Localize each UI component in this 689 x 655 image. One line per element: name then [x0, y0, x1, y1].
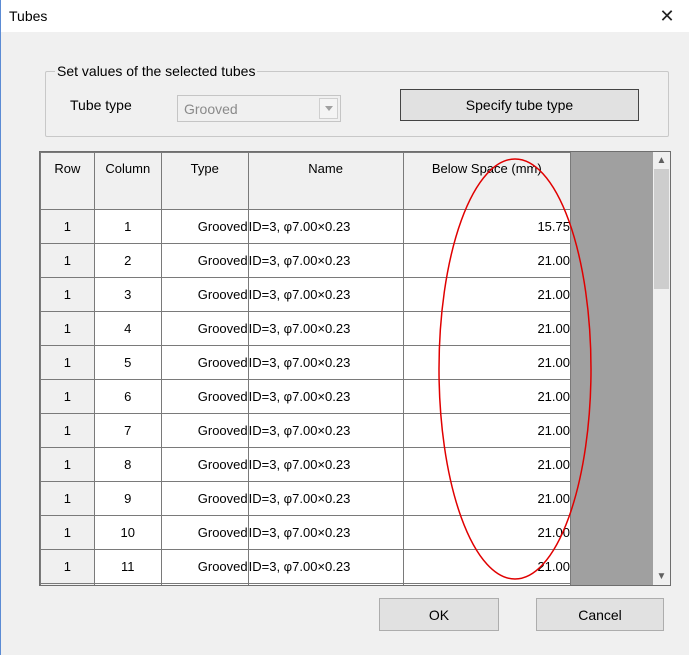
- ok-button[interactable]: OK: [379, 598, 499, 631]
- cell-below-space[interactable]: 15.75: [402, 209, 572, 244]
- title-bar: Tubes ✕: [1, 0, 689, 32]
- header-column[interactable]: Column: [93, 152, 162, 210]
- cell-row[interactable]: 1: [40, 209, 95, 244]
- cell-type[interactable]: Grooved: [160, 379, 249, 414]
- tubes-dialog: Tubes ✕ Set values of the selected tubes…: [0, 0, 689, 655]
- cell-column[interactable]: 6: [93, 379, 162, 414]
- cell-row[interactable]: 1: [40, 481, 95, 516]
- cell-row[interactable]: 1: [40, 277, 95, 312]
- cell-name[interactable]: ID=3, φ7.00×0.23: [247, 209, 404, 244]
- tube-type-value: Grooved: [184, 101, 238, 117]
- cell-name[interactable]: ID=3, φ7.00×0.23: [247, 345, 404, 380]
- cell-below-space[interactable]: 21.00: [402, 583, 572, 585]
- cell-type[interactable]: Grooved: [160, 277, 249, 312]
- table-row[interactable]: 1 11 Grooved ID=3, φ7.00×0.23 21.00: [40, 549, 572, 584]
- cell-type[interactable]: Grooved: [160, 209, 249, 244]
- cell-row[interactable]: 1: [40, 345, 95, 380]
- cell-below-space[interactable]: 21.00: [402, 277, 572, 312]
- cell-name[interactable]: ID=3, φ7.00×0.23: [247, 277, 404, 312]
- tube-type-label: Tube type: [70, 97, 132, 113]
- cell-type[interactable]: Grooved: [160, 413, 249, 448]
- cell-column[interactable]: 2: [93, 243, 162, 278]
- cell-column[interactable]: 4: [93, 311, 162, 346]
- cell-name[interactable]: ID=3, φ7.00×0.23: [247, 379, 404, 414]
- cell-type[interactable]: Grooved: [160, 549, 249, 584]
- cell-below-space[interactable]: 21.00: [402, 413, 572, 448]
- cell-name[interactable]: ID=3, φ7.00×0.23: [247, 413, 404, 448]
- table-header-row: Row Column Type Name Below Space (mm): [40, 152, 572, 210]
- tubes-table: Row Column Type Name Below Space (mm) 11…: [40, 152, 572, 585]
- specify-tube-type-button[interactable]: Specify tube type: [400, 89, 639, 121]
- cell-name[interactable]: ID=3, φ7.00×0.23: [247, 447, 404, 482]
- cell-type[interactable]: Grooved: [160, 447, 249, 482]
- cell-column[interactable]: 8: [93, 447, 162, 482]
- cell-type[interactable]: Grooved: [160, 515, 249, 550]
- table-row[interactable]: 112GroovedID=3, φ7.00×0.2321.00: [40, 583, 572, 585]
- cell-type[interactable]: Grooved: [160, 243, 249, 278]
- cell-column[interactable]: 5: [93, 345, 162, 380]
- cell-row[interactable]: 1: [40, 549, 95, 584]
- table-row[interactable]: 1 10 Grooved ID=3, φ7.00×0.23 21.00: [40, 515, 572, 550]
- table-row[interactable]: 1 3 Grooved ID=3, φ7.00×0.23 21.00: [40, 277, 572, 312]
- cell-type[interactable]: Grooved: [160, 583, 249, 585]
- cell-below-space[interactable]: 21.00: [402, 379, 572, 414]
- table-row[interactable]: 1 5 Grooved ID=3, φ7.00×0.23 21.00: [40, 345, 572, 380]
- scroll-down-icon[interactable]: ▼: [653, 568, 670, 585]
- vertical-scrollbar[interactable]: ▲ ▼: [653, 152, 670, 585]
- table-row[interactable]: 1 8 Grooved ID=3, φ7.00×0.23 21.00: [40, 447, 572, 482]
- scrollbar-thumb[interactable]: [654, 169, 669, 289]
- cell-below-space[interactable]: 21.00: [402, 345, 572, 380]
- close-icon: ✕: [659, 5, 675, 26]
- cell-row[interactable]: 1: [40, 413, 95, 448]
- close-button[interactable]: ✕: [645, 0, 689, 32]
- cell-name[interactable]: ID=3, φ7.00×0.23: [247, 243, 404, 278]
- tubes-grid: Row Column Type Name Below Space (mm) 11…: [39, 151, 671, 586]
- cell-name[interactable]: ID=3, φ7.00×0.23: [247, 515, 404, 550]
- header-name[interactable]: Name: [247, 152, 404, 210]
- header-type[interactable]: Type: [160, 152, 249, 210]
- cell-row[interactable]: 1: [40, 379, 95, 414]
- header-row[interactable]: Row: [40, 152, 95, 210]
- cell-below-space[interactable]: 21.00: [402, 549, 572, 584]
- cancel-button[interactable]: Cancel: [536, 598, 664, 631]
- table-row[interactable]: 1 4 Grooved ID=3, φ7.00×0.23 21.00: [40, 311, 572, 346]
- window-title: Tubes: [9, 8, 48, 24]
- cell-type[interactable]: Grooved: [160, 345, 249, 380]
- header-below-space[interactable]: Below Space (mm): [402, 152, 572, 210]
- cell-column[interactable]: 1: [93, 209, 162, 244]
- cell-below-space[interactable]: 21.00: [402, 481, 572, 516]
- group-legend: Set values of the selected tubes: [55, 63, 258, 79]
- cell-below-space[interactable]: 21.00: [402, 515, 572, 550]
- chevron-down-icon[interactable]: [319, 98, 338, 119]
- cell-row[interactable]: 1: [40, 243, 95, 278]
- cell-column[interactable]: 10: [93, 515, 162, 550]
- cell-name[interactable]: ID=3, φ7.00×0.23: [247, 311, 404, 346]
- cell-name[interactable]: ID=3, φ7.00×0.23: [247, 481, 404, 516]
- cell-column[interactable]: 11: [93, 549, 162, 584]
- table-row[interactable]: 1 6 Grooved ID=3, φ7.00×0.23 21.00: [40, 379, 572, 414]
- cell-column[interactable]: 12: [93, 583, 162, 585]
- cell-row[interactable]: 1: [40, 311, 95, 346]
- cell-column[interactable]: 9: [93, 481, 162, 516]
- table-row[interactable]: 1 9 Grooved ID=3, φ7.00×0.23 21.00: [40, 481, 572, 516]
- table-row[interactable]: 1 2 Grooved ID=3, φ7.00×0.23 21.00: [40, 243, 572, 278]
- table-row[interactable]: 1 7 Grooved ID=3, φ7.00×0.23 21.00: [40, 413, 572, 448]
- cell-row[interactable]: 1: [40, 583, 95, 585]
- cell-below-space[interactable]: 21.00: [402, 447, 572, 482]
- cell-below-space[interactable]: 21.00: [402, 243, 572, 278]
- cell-row[interactable]: 1: [40, 447, 95, 482]
- tube-type-select[interactable]: Grooved: [177, 95, 341, 122]
- table-row[interactable]: 1 1 Grooved ID=3, φ7.00×0.23 15.75: [40, 209, 572, 244]
- cell-type[interactable]: Grooved: [160, 481, 249, 516]
- cell-name[interactable]: ID=3, φ7.00×0.23: [247, 549, 404, 584]
- cell-column[interactable]: 3: [93, 277, 162, 312]
- cell-below-space[interactable]: 21.00: [402, 311, 572, 346]
- cell-row[interactable]: 1: [40, 515, 95, 550]
- scroll-up-icon[interactable]: ▲: [653, 152, 670, 169]
- cell-column[interactable]: 7: [93, 413, 162, 448]
- cell-name[interactable]: ID=3, φ7.00×0.23: [247, 583, 404, 585]
- cell-type[interactable]: Grooved: [160, 311, 249, 346]
